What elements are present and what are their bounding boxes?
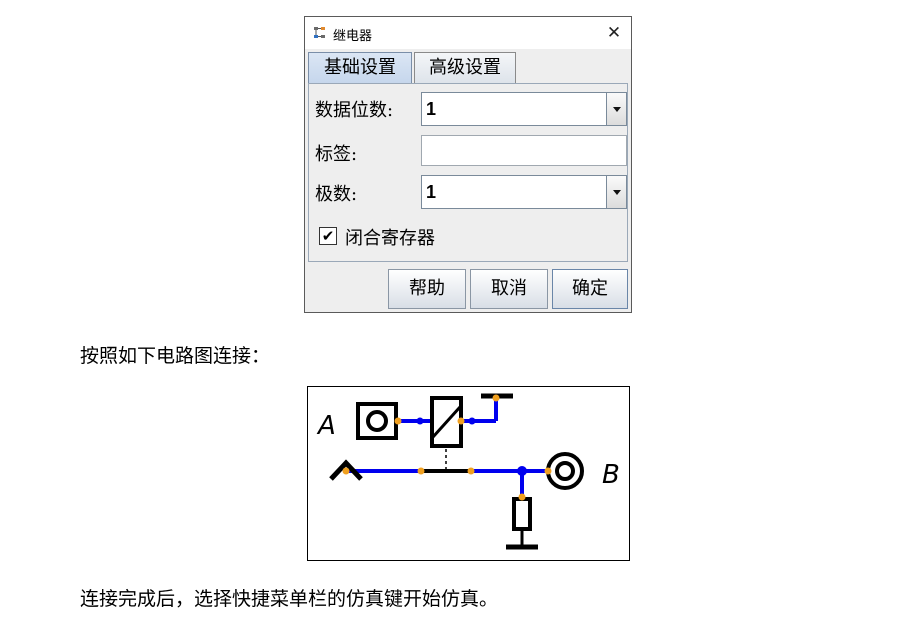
ok-button[interactable]: 确定 xyxy=(552,269,628,309)
data-bits-label: 数据位数: xyxy=(315,100,394,121)
chevron-down-icon[interactable] xyxy=(606,93,626,125)
circuit-svg: A B xyxy=(316,393,620,550)
chevron-down-icon[interactable] xyxy=(606,176,626,208)
pin-dot xyxy=(417,467,425,475)
pin-dot xyxy=(492,394,500,402)
pin-dot xyxy=(544,467,552,475)
tag-input[interactable] xyxy=(421,135,627,166)
conclusion-text: 连接完成后，选择快捷菜单栏的仿真键开始仿真。 xyxy=(80,588,499,610)
instruction-text: 按照如下电路图连接： xyxy=(80,345,271,367)
close-register-label: 闭合寄存器 xyxy=(345,228,435,249)
close-register-checkbox[interactable]: ✔ xyxy=(319,227,337,245)
poles-label: 极数: xyxy=(315,184,358,205)
relay-dialog: 继电器 ✕ 基础设置 高级设置 数据位数: 1 标签: 极数: 1 ✔ 闭合寄存… xyxy=(304,16,632,313)
pin-dot xyxy=(342,467,350,475)
pin-dot xyxy=(457,417,465,425)
junction-dot xyxy=(416,417,424,425)
circuit-diagram: A B xyxy=(307,386,630,561)
data-bits-value: 1 xyxy=(426,99,437,119)
input-a-circle xyxy=(366,410,388,432)
data-bits-select[interactable]: 1 xyxy=(421,92,627,126)
settings-panel: 数据位数: 1 标签: 极数: 1 ✔ 闭合寄存器 xyxy=(308,83,628,262)
tag-label: 标签: xyxy=(315,144,358,165)
junction-dot xyxy=(517,466,527,476)
pin-dot xyxy=(394,417,402,425)
close-icon[interactable]: ✕ xyxy=(603,22,625,44)
label-b: B xyxy=(602,460,620,490)
help-button[interactable]: 帮助 xyxy=(388,269,466,309)
tab-advanced-settings[interactable]: 高级设置 xyxy=(414,52,516,84)
pin-dot xyxy=(467,467,475,475)
junction-dot xyxy=(468,417,476,425)
poles-select[interactable]: 1 xyxy=(421,175,627,209)
pin-dot xyxy=(518,493,526,501)
dialog-title: 继电器 xyxy=(333,29,373,44)
cancel-button[interactable]: 取消 xyxy=(470,269,548,309)
resistor xyxy=(512,497,532,531)
tab-basic-settings[interactable]: 基础设置 xyxy=(308,52,412,84)
title-bar: 继电器 ✕ xyxy=(305,17,631,49)
label-a: A xyxy=(316,411,336,441)
output-b-lamp-inner xyxy=(555,461,575,481)
poles-value: 1 xyxy=(426,182,437,202)
circuit-app-icon xyxy=(314,27,325,38)
